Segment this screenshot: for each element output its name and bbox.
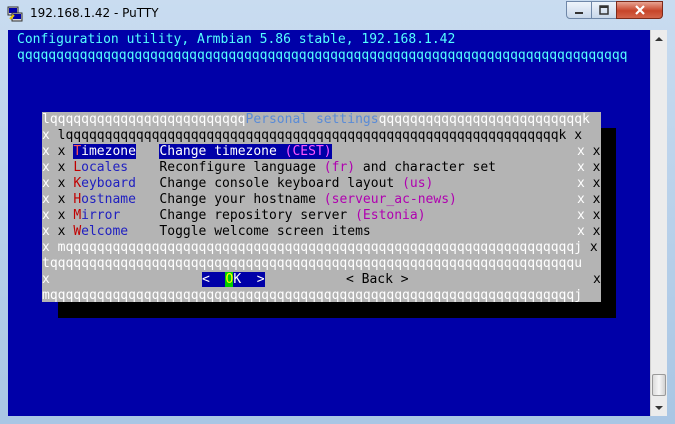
minimize-icon [575, 12, 583, 14]
window-title: 192.168.1.42 - PuTTY [30, 6, 159, 20]
dialog-separator: tqqqqqqqqqqqqqqqqqqqqqqqqqqqqqqqqqqqqqqq… [42, 256, 583, 271]
menu-top-border: x lqqqqqqqqqqqqqqqqqqqqqqqqqqqqqqqqqqqqq… [42, 128, 583, 143]
terminal-screen[interactable]: Configuration utility, Armbian 5.86 stab… [8, 30, 650, 416]
maximize-icon [599, 5, 609, 15]
title-bar[interactable]: 192.168.1.42 - PuTTY [0, 0, 675, 28]
close-button[interactable] [616, 1, 663, 19]
terminal-header-rule: qqqqqqqqqqqqqqqqqqqqqqqqqqqqqqqqqqqqqqqq… [17, 48, 628, 63]
dialog-bottom-border: mqqqqqqqqqqqqqqqqqqqqqqqqqqqqqqqqqqqqqqq… [42, 288, 583, 303]
back-button[interactable]: < Back > [346, 272, 409, 288]
menu-item-locales[interactable]: x x Locales Reconfigure language (fr) an… [42, 160, 496, 176]
putty-window: 192.168.1.42 - PuTTY Configuration utili… [0, 0, 675, 424]
personal-settings-dialog: lqqqqqqqqqqqqqqqqqqqqqqqqqPersonal setti… [42, 112, 601, 303]
scroll-up-button[interactable] [651, 30, 667, 47]
terminal-header: Configuration utility, Armbian 5.86 stab… [17, 32, 456, 47]
menu-item-timezone[interactable]: x x Timezone Change timezone (CEST) [42, 144, 332, 160]
maximize-button[interactable] [591, 1, 617, 19]
menu-item-keyboard[interactable]: x x Keyboard Change console keyboard lay… [42, 176, 433, 192]
minimize-button[interactable] [566, 1, 592, 19]
dialog-title: Personal settings [245, 112, 379, 127]
dialog-top-border: lqqqqqqqqqqqqqqqqqqqqqqqqqPersonal setti… [42, 112, 590, 127]
chevron-down-icon [655, 405, 663, 410]
putty-icon [7, 6, 23, 22]
ok-button[interactable]: < OK > [202, 272, 265, 288]
menu-item-welcome[interactable]: x x Welcome Toggle welcome screen items [42, 224, 371, 240]
scroll-thumb[interactable] [652, 374, 666, 396]
menu-item-mirror[interactable]: x x Mirror Change repository server (Est… [42, 208, 426, 224]
close-icon [634, 5, 645, 15]
scroll-down-button[interactable] [651, 399, 667, 416]
vertical-scrollbar[interactable] [650, 30, 667, 416]
menu-bottom-border: x mqqqqqqqqqqqqqqqqqqqqqqqqqqqqqqqqqqqqq… [42, 240, 598, 255]
chevron-up-icon [655, 36, 663, 41]
menu-item-hostname[interactable]: x x Hostname Change your hostname (serve… [42, 192, 457, 208]
